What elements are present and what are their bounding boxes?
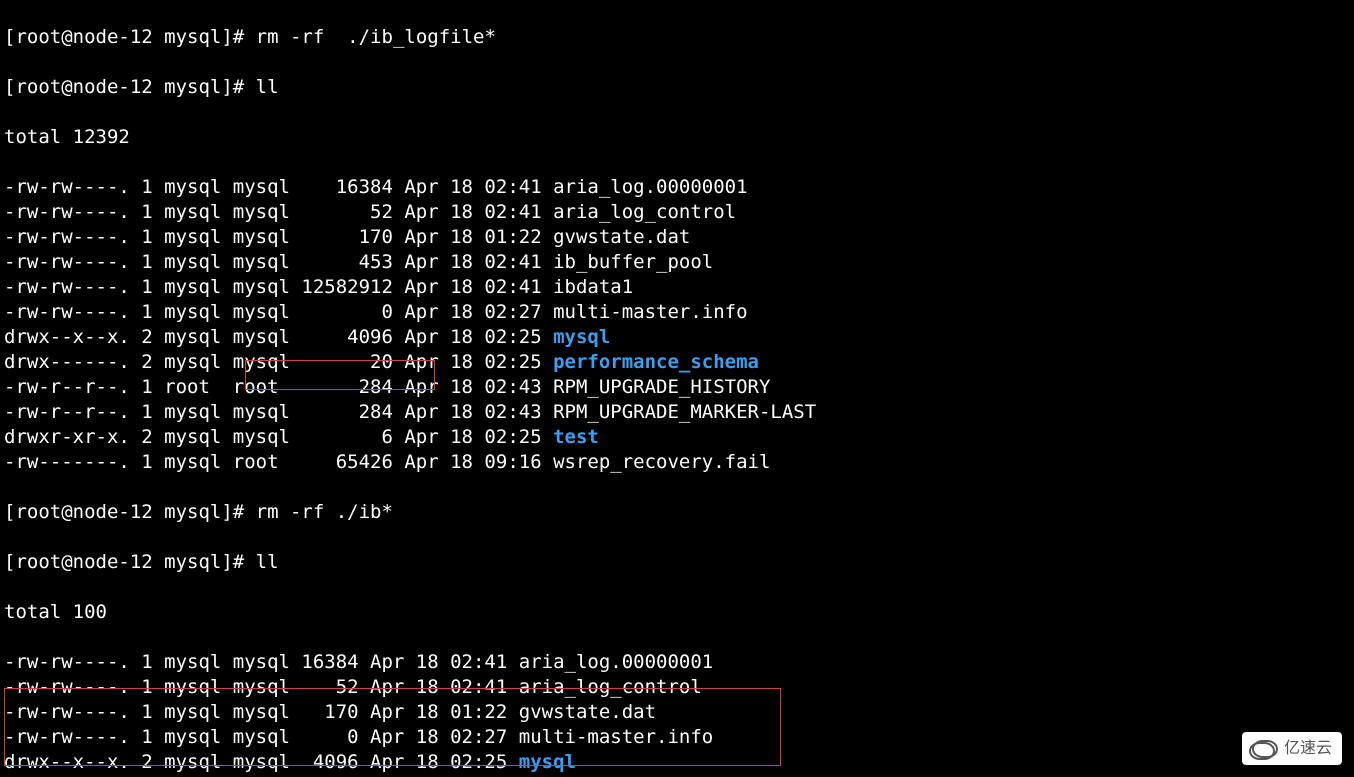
ls-entry: -rw-rw----. 1 mysql mysql 0 Apr 18 02:27… (4, 300, 1350, 325)
file-name: aria_log_control (519, 676, 702, 698)
ls-entry: drwx--x--x. 2 mysql mysql 4096 Apr 18 02… (4, 325, 1350, 350)
directory-name: mysql (519, 751, 576, 773)
ls-entry: -rw-rw----. 1 mysql mysql 52 Apr 18 02:4… (4, 200, 1350, 225)
file-name: aria_log.00000001 (553, 176, 747, 198)
watermark-logo-icon (1252, 740, 1278, 758)
file-name: aria_log.00000001 (519, 651, 713, 673)
ls-entry: drwx------. 2 mysql mysql 20 Apr 18 02:2… (4, 350, 1350, 375)
total-line: total 100 (4, 600, 1350, 625)
file-name: RPM_UPGRADE_MARKER-LAST (553, 401, 816, 423)
file-name: gvwstate.dat (519, 701, 656, 723)
total-line: total 12392 (4, 125, 1350, 150)
ls-entry: -rw-------. 1 mysql root 65426 Apr 18 09… (4, 450, 1350, 475)
file-name: ibdata1 (553, 276, 633, 298)
ls-entry: drwxr-xr-x. 2 mysql mysql 6 Apr 18 02:25… (4, 425, 1350, 450)
directory-name: test (553, 426, 599, 448)
ls-entry: -rw-rw----. 1 mysql mysql 170 Apr 18 01:… (4, 225, 1350, 250)
file-name: multi-master.info (519, 726, 713, 748)
ls-entry: -rw-rw----. 1 mysql mysql 12582912 Apr 1… (4, 275, 1350, 300)
watermark: 亿速云 (1242, 732, 1342, 765)
ls-entry: -rw-rw----. 1 mysql mysql 453 Apr 18 02:… (4, 250, 1350, 275)
prompt-line: [root@node-12 mysql]# rm -rf ./ib* (4, 500, 1350, 525)
ls-entry: -rw-rw----. 1 mysql mysql 16384 Apr 18 0… (4, 175, 1350, 200)
directory-name: mysql (553, 326, 610, 348)
file-name: gvwstate.dat (553, 226, 690, 248)
watermark-text: 亿速云 (1284, 736, 1332, 761)
ls-entry: -rw-rw----. 1 mysql mysql 170 Apr 18 01:… (4, 700, 1350, 725)
prompt-line: [root@node-12 mysql]# ll (4, 75, 1350, 100)
file-name: RPM_UPGRADE_HISTORY (553, 376, 770, 398)
ls-entry: -rw-rw----. 1 mysql mysql 52 Apr 18 02:4… (4, 675, 1350, 700)
terminal[interactable]: [root@node-12 mysql]# rm -rf ./ib_logfil… (0, 0, 1354, 777)
file-name: multi-master.info (553, 301, 747, 323)
ls-entry: -rw-r--r--. 1 root root 284 Apr 18 02:43… (4, 375, 1350, 400)
ls-entry: -rw-r--r--. 1 mysql mysql 284 Apr 18 02:… (4, 400, 1350, 425)
prompt-line: [root@node-12 mysql]# ll (4, 550, 1350, 575)
file-name: ib_buffer_pool (553, 251, 713, 273)
directory-name: performance_schema (553, 351, 759, 373)
ls-entry: -rw-rw----. 1 mysql mysql 16384 Apr 18 0… (4, 650, 1350, 675)
file-name: wsrep_recovery.fail (553, 451, 770, 473)
file-name: aria_log_control (553, 201, 736, 223)
prompt-line: [root@node-12 mysql]# rm -rf ./ib_logfil… (4, 25, 1350, 50)
ls-entry: -rw-rw----. 1 mysql mysql 0 Apr 18 02:27… (4, 725, 1350, 750)
ls-entry: drwx--x--x. 2 mysql mysql 4096 Apr 18 02… (4, 750, 1350, 775)
